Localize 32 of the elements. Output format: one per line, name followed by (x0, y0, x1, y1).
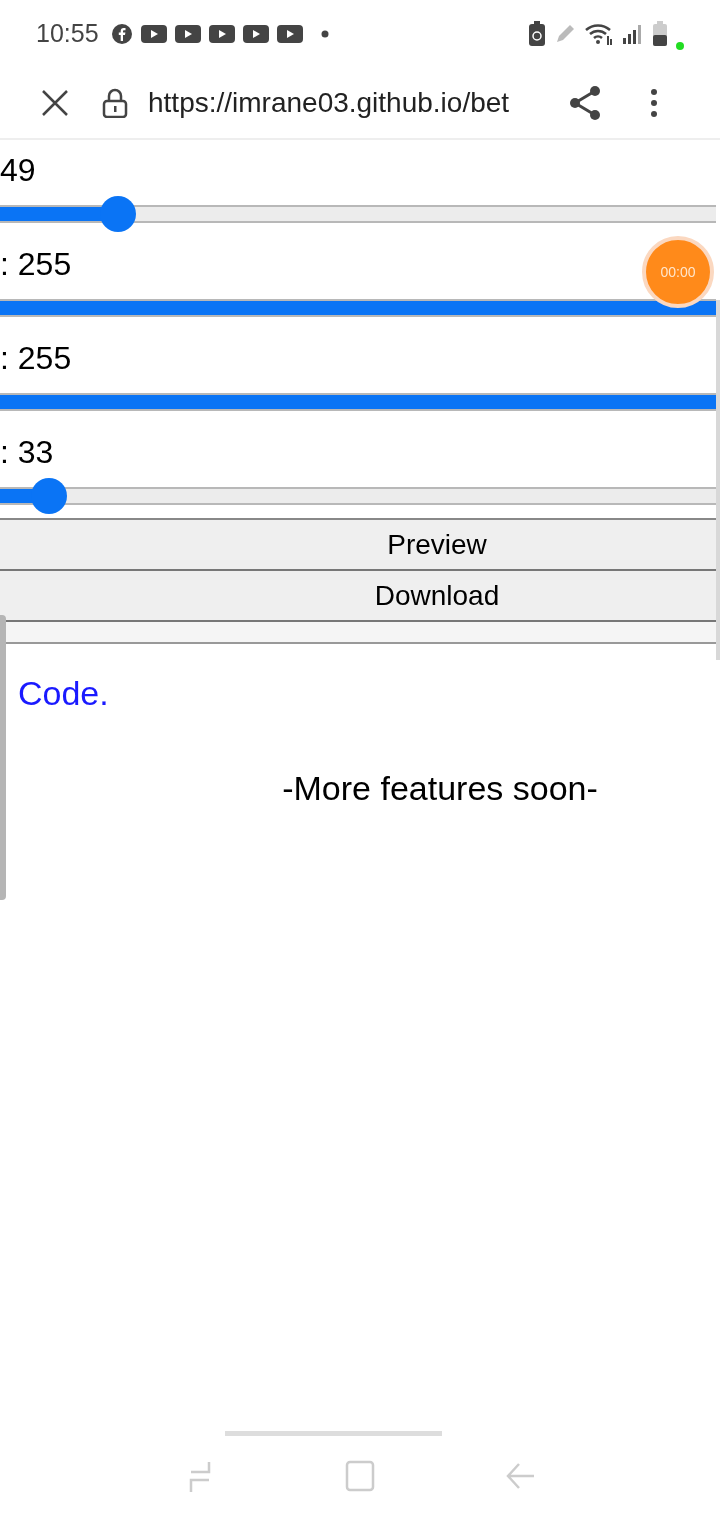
video-icon (276, 24, 303, 44)
action-button[interactable]: Download (0, 571, 716, 622)
slider-track[interactable] (0, 205, 716, 223)
charging-dot-icon (676, 42, 684, 50)
video-icon (174, 24, 201, 44)
pencil-icon (554, 23, 576, 45)
video-icon (208, 24, 235, 44)
battery-saver-icon (528, 21, 546, 47)
url-text[interactable]: https://imrane03.github.io/bet (148, 82, 548, 124)
video-icon (242, 24, 269, 44)
wifi-icon (584, 22, 614, 46)
slider-label: 49 (0, 154, 36, 186)
slider-label: : 255 (0, 248, 72, 280)
dot-icon (320, 30, 329, 38)
empty-button[interactable] (6, 622, 716, 644)
facebook-icon (110, 23, 133, 45)
clock-time: 10:55 (36, 18, 99, 50)
more-options-icon[interactable] (650, 88, 658, 118)
signal-icon (622, 23, 644, 45)
lock-icon (102, 88, 128, 118)
slider-label: : 255 (0, 342, 72, 374)
battery-icon (652, 21, 668, 47)
code-link[interactable]: Code. (18, 674, 109, 712)
share-icon[interactable] (568, 85, 602, 121)
slider-thumb[interactable] (31, 478, 68, 514)
close-icon[interactable] (40, 88, 70, 118)
features-note: -More features soon- (282, 768, 598, 809)
slider-thumb[interactable] (99, 196, 136, 232)
video-icon (140, 24, 167, 44)
slider-track[interactable] (0, 487, 716, 505)
slider-label: : 33 (0, 436, 54, 468)
action-button[interactable]: Preview (0, 520, 716, 571)
